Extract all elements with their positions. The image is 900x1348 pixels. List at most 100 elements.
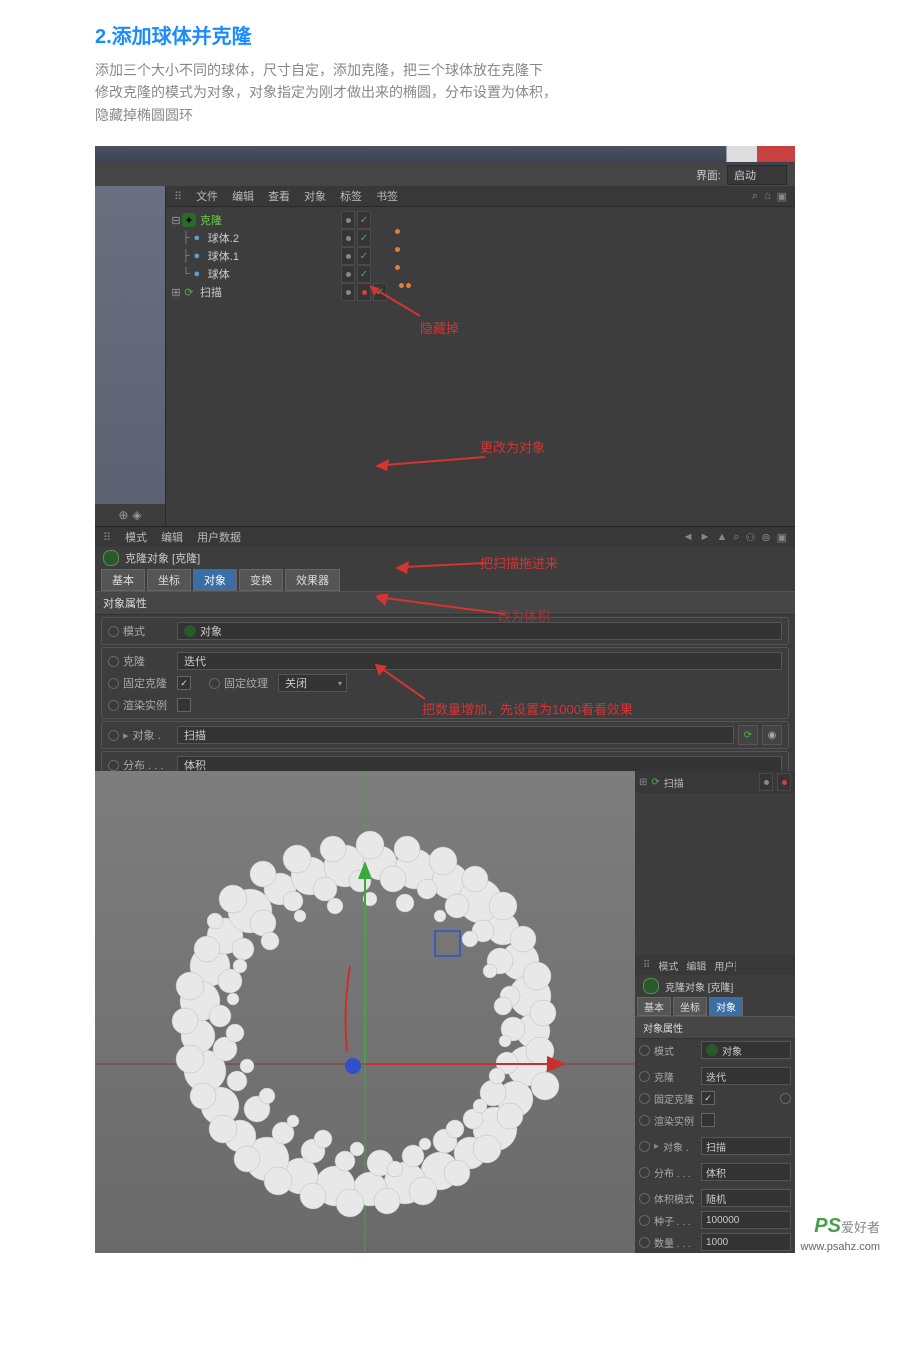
object-tree: ⊟ ✦ 克隆 ✓ ├ ● 球体.2 <box>166 207 795 305</box>
cloner-badge-icon <box>103 550 119 566</box>
section-header: 对象属性 <box>95 591 795 615</box>
tree-sweep-label[interactable]: 扫描 <box>664 775 684 790</box>
window-close-button[interactable] <box>757 146 795 162</box>
menu-view[interactable]: 查看 <box>268 188 290 204</box>
window-minimize-button[interactable] <box>726 146 757 162</box>
tree-item-sphere2[interactable]: ├ ● 球体.2 ✓ <box>166 229 795 247</box>
tool-icon[interactable]: ⊕ <box>118 508 128 522</box>
param-toggle[interactable] <box>108 730 119 741</box>
tab-basic[interactable]: 基本 <box>101 569 145 591</box>
lock-icon[interactable]: ⚇ <box>746 531 756 544</box>
sphere-icon: ● <box>190 231 204 245</box>
side-dist-dropdown[interactable]: 体积 <box>701 1163 791 1181</box>
clone-dropdown[interactable]: 迭代 <box>177 652 782 670</box>
param-toggle[interactable] <box>209 678 220 689</box>
collapse-icon[interactable]: ⊟ <box>170 214 182 227</box>
tree-item-sweep[interactable]: ⊞ ⟳ 扫描 ✓ <box>166 283 795 301</box>
side-tab-object[interactable]: 对象 <box>709 997 743 1016</box>
step-title: 2.添加球体并克隆 <box>95 20 805 49</box>
tab-transform[interactable]: 变换 <box>239 569 283 591</box>
grid-icon[interactable]: ⠿ <box>174 190 182 203</box>
prop-fixedclone-label: 固定克隆 <box>123 675 167 691</box>
viewport-slice: ⊕ ◈ <box>95 186 166 526</box>
search-icon[interactable]: ⌕ <box>752 190 758 203</box>
tab-object[interactable]: 对象 <box>193 569 237 591</box>
prop-fixedtex-label: 固定纹理 <box>224 675 268 691</box>
prop-render-label: 渲染实例 <box>123 697 167 713</box>
tree-item-sphere1[interactable]: ├ ● 球体.1 ✓ <box>166 247 795 265</box>
home-icon[interactable]: ⌂ <box>764 190 771 203</box>
menu-tag[interactable]: 标签 <box>340 188 362 204</box>
prop-mode-label: 模式 <box>123 623 145 639</box>
menu-edit[interactable]: 编辑 <box>232 188 254 204</box>
step-description: 添加三个大小不同的球体，尺寸自定，添加克隆，把三个球体放在克隆下 修改克隆的模式… <box>95 59 805 126</box>
maximize-icon[interactable]: ▣ <box>777 190 787 203</box>
side-clone-dropdown[interactable]: 迭代 <box>701 1067 791 1085</box>
prop-object-label: 对象 . <box>133 727 161 743</box>
picker-icon[interactable]: ◉ <box>762 725 782 745</box>
side-attr-title: 克隆对象 [克隆] <box>665 979 733 994</box>
cloner-icon: ✦ <box>182 213 196 227</box>
attr-menu-mode[interactable]: 模式 <box>125 529 147 545</box>
side-fixedclone-checkbox[interactable]: ✓ <box>701 1091 715 1105</box>
screenshot-1: 界面: 启动 ⊕ ◈ ⠿ 文件 编辑 查看 对象 标签 <box>95 146 795 751</box>
side-object-field[interactable]: 扫描 <box>701 1137 791 1155</box>
watermark: PS爱好者 www.psahz.com <box>801 1215 880 1253</box>
cloner-badge-icon <box>643 978 659 994</box>
fixed-clone-checkbox[interactable]: ✓ <box>177 676 191 690</box>
param-toggle[interactable] <box>108 678 119 689</box>
viewport-3d[interactable] <box>95 771 635 1253</box>
nav-back-icon[interactable]: ◄ <box>683 531 694 544</box>
prop-clone-label: 克隆 <box>123 653 145 669</box>
fixed-texture-dropdown[interactable]: 关闭 <box>278 674 347 692</box>
layout-dropdown[interactable]: 启动 <box>727 165 787 185</box>
side-menu-mode[interactable]: 模式 <box>658 958 678 973</box>
window-titlebar <box>95 146 795 164</box>
attr-tabs: 基本 坐标 对象 变换 效果器 <box>95 569 795 591</box>
side-render-checkbox[interactable] <box>701 1113 715 1127</box>
expand-icon[interactable]: ⊞ <box>170 286 182 299</box>
tab-coord[interactable]: 坐标 <box>147 569 191 591</box>
side-attribute-panel: ⊞ ⟳ 扫描 ⠿ 模式 编辑 用户数据 克隆对象 [克隆] 基本 <box>635 771 795 1253</box>
attr-menu-bar: ⠿ 模式 编辑 用户数据 ◄ ► ▲ ⌕ ⚇ ⊚ ▣ <box>95 527 795 547</box>
layout-bar: 界面: 启动 <box>95 164 795 186</box>
render-instance-checkbox[interactable] <box>177 698 191 712</box>
gear-icon[interactable]: ⊚ <box>761 531 770 544</box>
maximize-icon[interactable]: ▣ <box>777 531 787 544</box>
param-toggle[interactable] <box>108 656 119 667</box>
attr-title: 克隆对象 [克隆] <box>125 550 200 566</box>
menu-object[interactable]: 对象 <box>304 188 326 204</box>
object-menu-bar: ⠿ 文件 编辑 查看 对象 标签 书签 ⌕ ⌂ ▣ <box>166 186 795 207</box>
side-seed-input[interactable]: 100000 <box>701 1211 791 1229</box>
param-toggle[interactable] <box>108 626 119 637</box>
side-volmode-dropdown[interactable]: 随机 <box>701 1189 791 1207</box>
tab-effector[interactable]: 效果器 <box>285 569 340 591</box>
side-menu-userdata[interactable]: 用户数据 <box>714 958 736 973</box>
side-section-header: 对象属性 <box>635 1016 795 1039</box>
side-menu-edit[interactable]: 编辑 <box>686 958 706 973</box>
param-toggle[interactable] <box>108 700 119 711</box>
tool-icon[interactable]: ◈ <box>132 508 141 522</box>
side-tab-basic[interactable]: 基本 <box>637 997 671 1016</box>
grid-icon[interactable]: ⠿ <box>103 531 111 544</box>
side-tab-coord[interactable]: 坐标 <box>673 997 707 1016</box>
attr-menu-edit[interactable]: 编辑 <box>161 529 183 545</box>
menu-file[interactable]: 文件 <box>196 188 218 204</box>
sphere-icon: ● <box>190 267 204 281</box>
link-icon[interactable]: ⟳ <box>738 725 758 745</box>
side-count-input[interactable]: 1000 <box>701 1233 791 1251</box>
layout-label: 界面: <box>696 167 721 183</box>
sweep-icon: ⟳ <box>182 285 196 299</box>
menu-bookmark[interactable]: 书签 <box>376 188 398 204</box>
nav-up-icon[interactable]: ▲ <box>716 531 727 544</box>
side-mode-dropdown[interactable]: 对象 <box>701 1041 791 1059</box>
nav-fwd-icon[interactable]: ► <box>700 531 711 544</box>
tree-item-sphere[interactable]: └ ● 球体 ✓ <box>166 265 795 283</box>
mode-dropdown[interactable]: 对象 <box>177 622 782 640</box>
search-icon[interactable]: ⌕ <box>733 531 739 544</box>
object-manager: ⠿ 文件 编辑 查看 对象 标签 书签 ⌕ ⌂ ▣ <box>166 186 795 526</box>
tree-item-clone[interactable]: ⊟ ✦ 克隆 ✓ <box>166 211 795 229</box>
param-toggle[interactable] <box>108 760 119 771</box>
object-link-field[interactable]: 扫描 <box>177 726 734 744</box>
attr-menu-userdata[interactable]: 用户数据 <box>197 529 241 545</box>
